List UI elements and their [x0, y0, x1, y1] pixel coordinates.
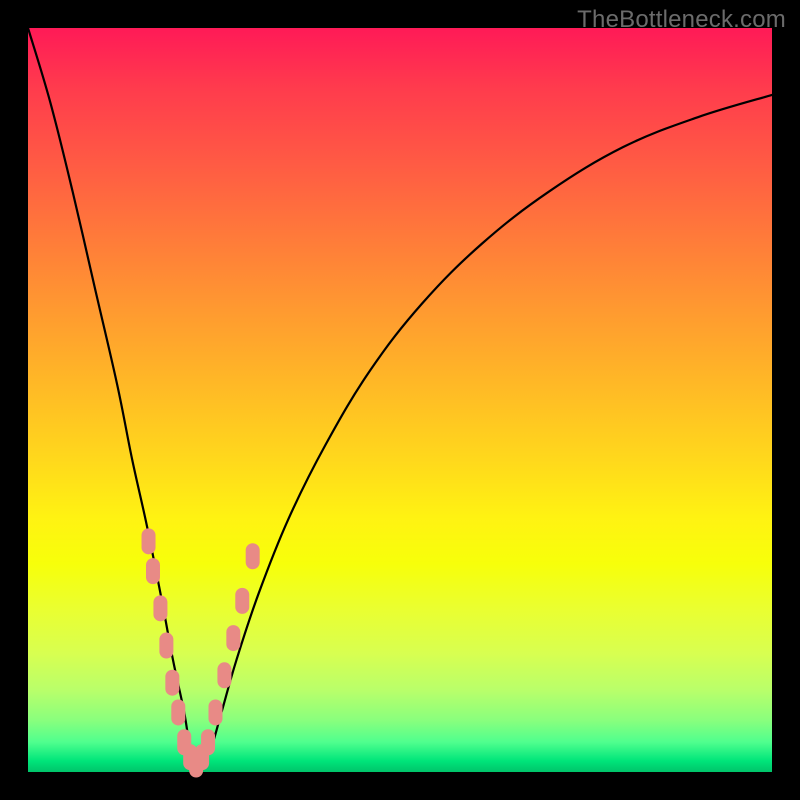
- plot-area: [28, 28, 772, 772]
- curve-marker: [159, 633, 173, 659]
- curve-marker: [171, 699, 185, 725]
- curve-marker: [217, 662, 231, 688]
- curve-marker: [226, 625, 240, 651]
- chart-frame: TheBottleneck.com: [0, 0, 800, 800]
- curve-markers: [142, 528, 260, 777]
- curve-marker: [142, 528, 156, 554]
- curve-marker: [235, 588, 249, 614]
- bottleneck-curve-svg: [28, 28, 772, 772]
- curve-marker: [201, 729, 215, 755]
- curve-marker: [146, 558, 160, 584]
- curve-marker: [208, 699, 222, 725]
- curve-marker: [165, 670, 179, 696]
- curve-marker: [246, 543, 260, 569]
- watermark-text: TheBottleneck.com: [577, 6, 786, 34]
- bottleneck-curve-line: [28, 28, 772, 765]
- curve-marker: [153, 595, 167, 621]
